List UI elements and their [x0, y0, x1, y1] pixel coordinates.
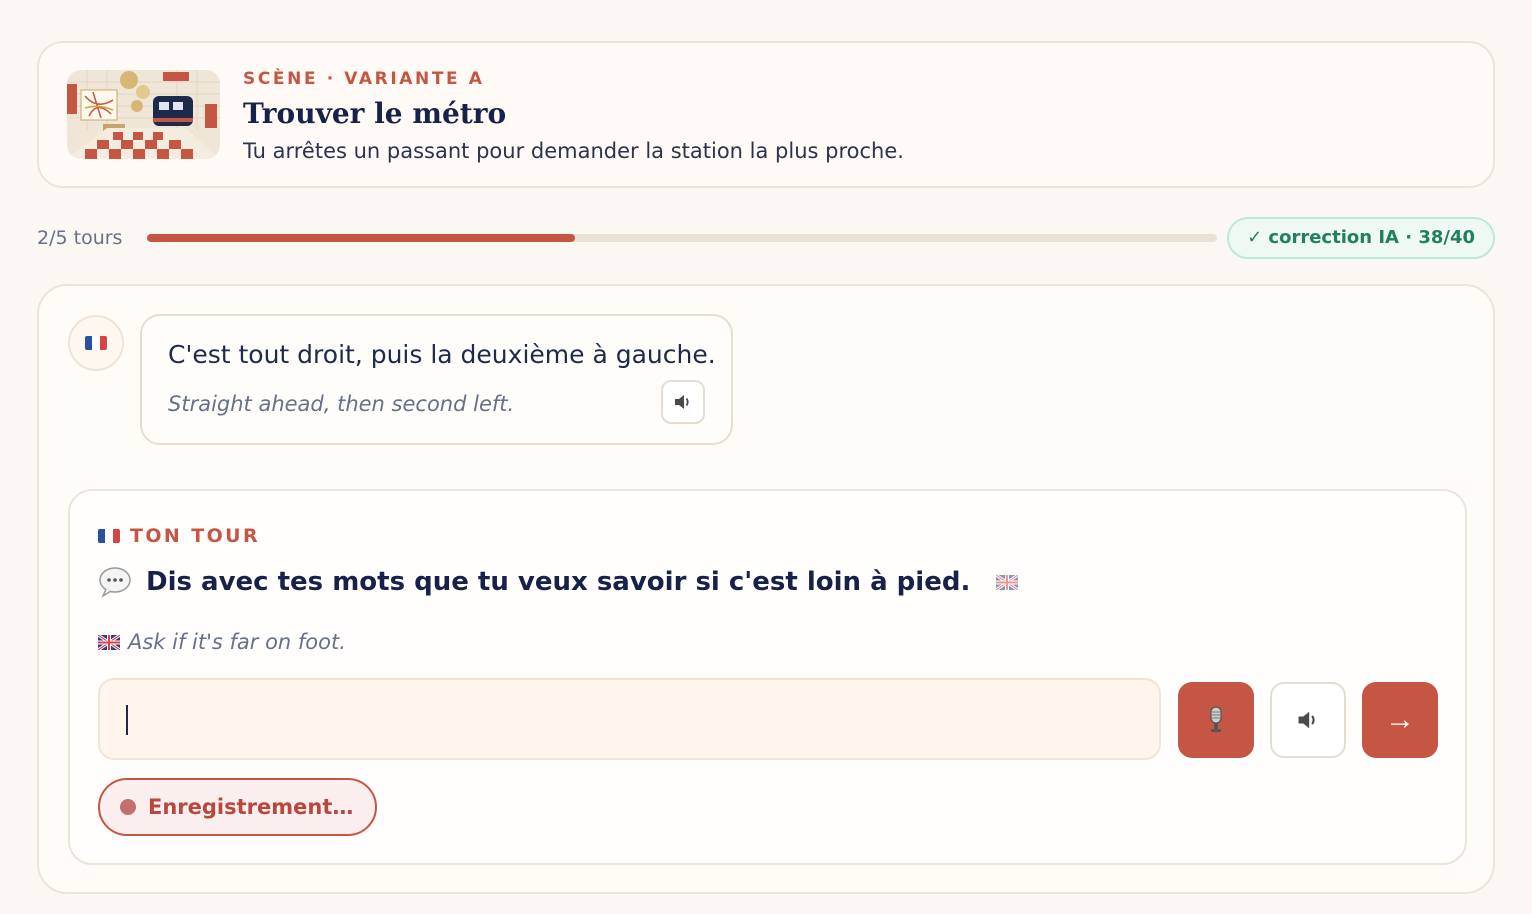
hint-row: Ask if it's far on foot.: [98, 628, 346, 656]
conversation-card: C'est tout droit, puis la deuxième à gau…: [37, 284, 1495, 894]
prompt-row: Dis avec tes mots que tu veux savoir si …: [98, 563, 1019, 601]
scene-variant-label: SCÈNE · VARIANTE A: [243, 69, 485, 89]
text-caret: [126, 705, 128, 735]
turn-hint: Ask if it's far on foot.: [128, 630, 346, 654]
speak-button[interactable]: [1270, 682, 1346, 758]
scene-card: SCÈNE · VARIANTE A Trouver le métro Tu a…: [37, 41, 1495, 188]
recording-status-label: Enregistrement…: [148, 795, 354, 819]
progress-fill: [147, 234, 575, 242]
npc-message-translation: Straight ahead, then second left.: [168, 392, 515, 416]
recording-status[interactable]: Enregistrement…: [98, 778, 378, 836]
turn-prompt: Dis avec tes mots que tu veux savoir si …: [146, 567, 971, 597]
progress-label: 2/5 tours: [37, 227, 123, 249]
turn-label-row: TON TOUR: [98, 523, 260, 549]
uk-flag-icon: [98, 634, 120, 650]
speaker-icon: [1298, 711, 1315, 729]
scene-meta: SCÈNE · VARIANTE A Trouver le métro Tu a…: [243, 67, 1463, 165]
microphone-icon: [1210, 706, 1222, 732]
progress-row: 2/5 tours ✓ correction IA · 38/40: [37, 217, 1495, 259]
scene-description: Tu arrêtes un passant pour demander la s…: [243, 139, 904, 163]
microphone-button[interactable]: [1178, 682, 1254, 758]
progress-bar: [147, 234, 1217, 242]
npc-message-bubble: C'est tout droit, puis la deuxième à gau…: [140, 314, 733, 445]
recording-dot-icon: [120, 799, 136, 815]
scene-illustration: [67, 70, 220, 159]
turn-panel: TON TOUR Dis avec tes mots que tu veux s…: [68, 489, 1467, 865]
speaker-icon: [675, 395, 689, 409]
france-flag-icon: [98, 529, 120, 543]
scene-title: Trouver le métro: [243, 97, 507, 130]
speaker-avatar: [68, 315, 124, 371]
france-flag-icon: [85, 336, 107, 350]
correction-badge: ✓ correction IA · 38/40: [1227, 217, 1495, 259]
answer-input[interactable]: [98, 678, 1161, 760]
play-audio-button[interactable]: [661, 380, 705, 424]
turn-label: TON TOUR: [130, 525, 260, 547]
npc-message-french: C'est tout droit, puis la deuxième à gau…: [168, 340, 716, 369]
speech-bubble-icon: [99, 567, 131, 598]
uk-flag-icon[interactable]: [996, 574, 1019, 590]
send-button[interactable]: →: [1362, 682, 1438, 758]
